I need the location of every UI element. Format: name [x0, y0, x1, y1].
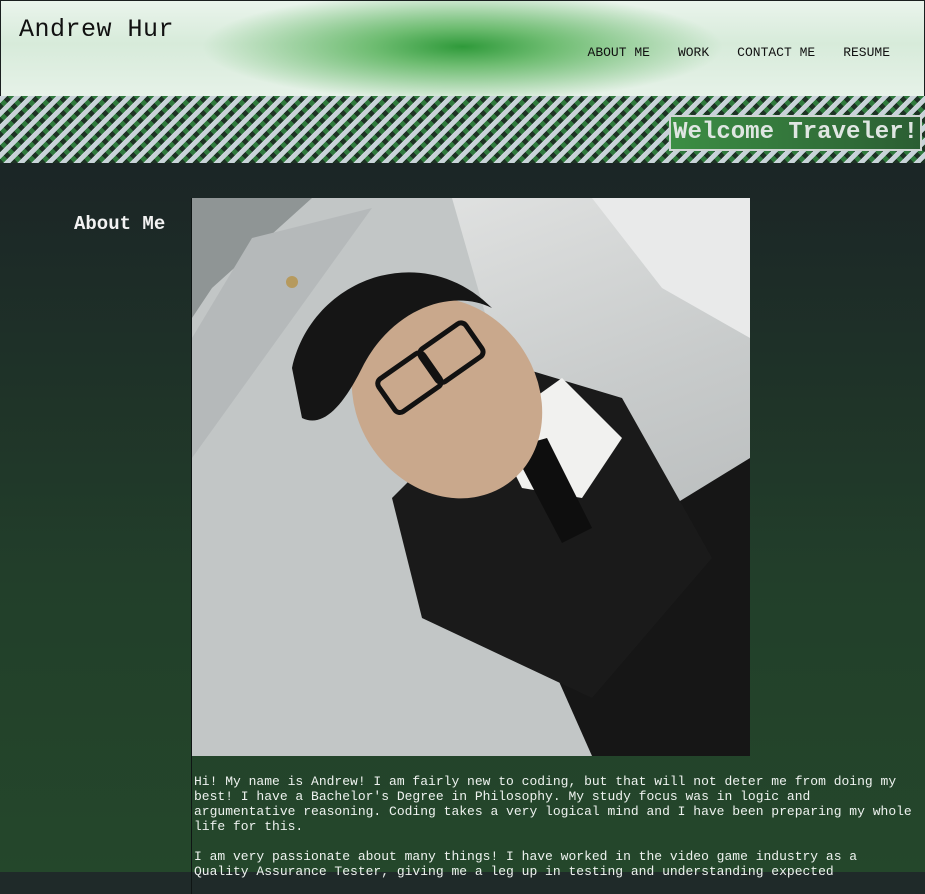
door-knob-icon [286, 276, 298, 288]
about-heading: About Me [74, 213, 166, 235]
profile-photo [192, 198, 750, 756]
nav-work[interactable]: WORK [678, 45, 709, 60]
nav-contact-me[interactable]: CONTACT ME [737, 45, 815, 60]
chevron-banner: Welcome Traveler! [0, 96, 925, 163]
nav-resume[interactable]: RESUME [843, 45, 890, 60]
about-content: Hi! My name is Andrew! I am fairly new t… [191, 198, 916, 894]
bio-text: Hi! My name is Andrew! I am fairly new t… [192, 774, 916, 879]
main-nav: ABOUT ME WORK CONTACT ME RESUME [588, 45, 890, 60]
main-content: About Me Hi! My name is Andrew! I am fai… [0, 163, 925, 894]
welcome-badge: Welcome Traveler! [669, 115, 922, 151]
bio-paragraph-2: I am very passionate about many things! … [194, 849, 858, 879]
site-title[interactable]: Andrew Hur [19, 15, 174, 44]
profile-photo-illustration [192, 198, 750, 756]
bio-paragraph-1: Hi! My name is Andrew! I am fairly new t… [194, 774, 912, 834]
nav-about-me[interactable]: ABOUT ME [588, 45, 650, 60]
site-header: Andrew Hur ABOUT ME WORK CONTACT ME RESU… [0, 0, 925, 97]
